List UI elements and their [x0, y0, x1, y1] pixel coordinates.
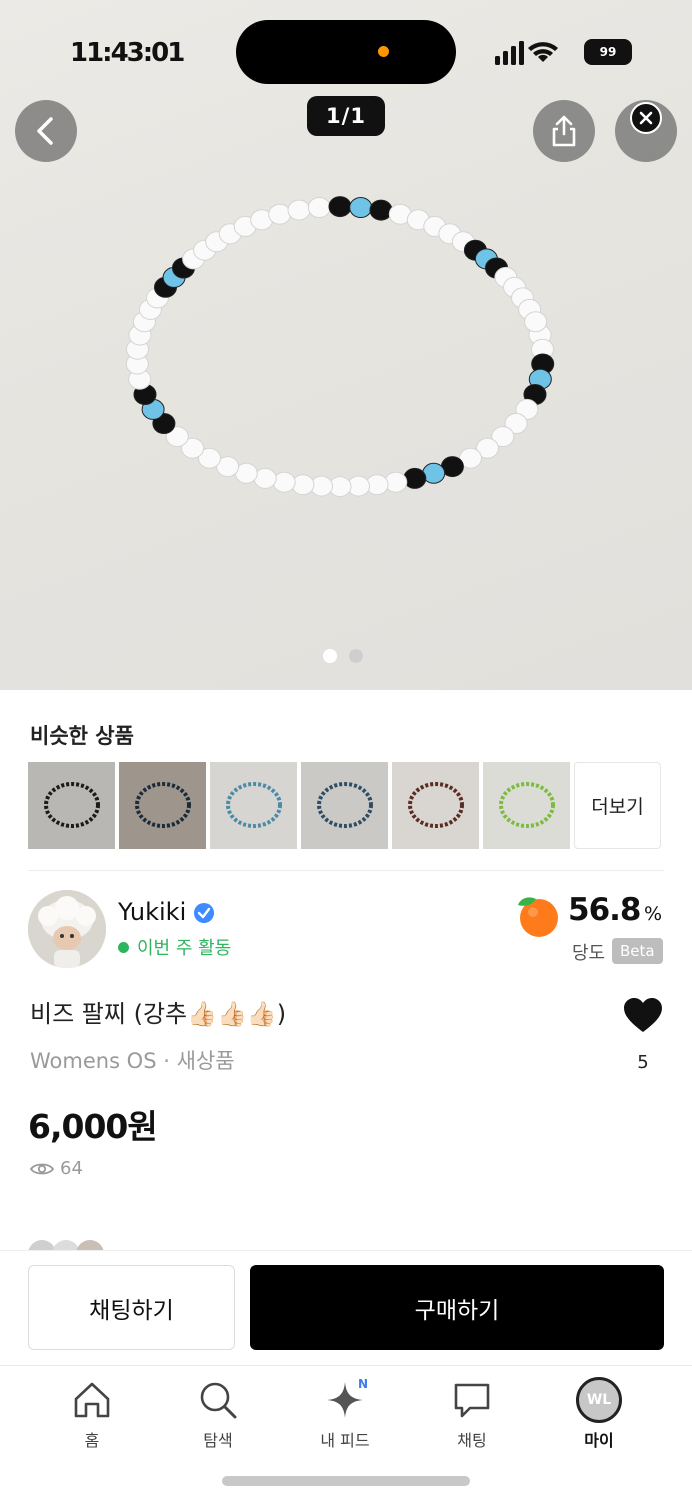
- page-dot-2[interactable]: [349, 649, 363, 663]
- tab-label: 마이: [584, 1431, 614, 1450]
- bead: [403, 467, 427, 489]
- eye-icon: [30, 1163, 54, 1174]
- bead: [272, 471, 296, 493]
- activity-dot-icon: [118, 941, 129, 953]
- tangerine-icon: [518, 897, 558, 937]
- buy-button[interactable]: 구매하기: [250, 1265, 664, 1350]
- tab-label: 내 피드: [320, 1431, 370, 1450]
- tab-home[interactable]: 홈: [42, 1375, 142, 1451]
- tab-label: 탐색: [203, 1431, 233, 1450]
- bead: [268, 203, 292, 225]
- chevron-left-icon: [37, 117, 53, 145]
- seller-activity: 이번 주 활동: [118, 934, 231, 960]
- tab-my-feed[interactable]: N 내 피드: [295, 1375, 395, 1451]
- chat-button[interactable]: 채팅하기: [28, 1265, 235, 1350]
- similar-products-title: 비슷한 상품: [30, 724, 134, 748]
- verified-badge-icon: [194, 903, 214, 923]
- heart-icon[interactable]: [622, 996, 664, 1034]
- activity-label: 이번 주 활동: [137, 938, 232, 959]
- sweetness-unit: %: [644, 903, 663, 925]
- share-button[interactable]: [533, 100, 595, 162]
- profile-avatar: WL: [576, 1377, 622, 1423]
- thumb-background: [119, 762, 206, 849]
- avatar-image: [28, 890, 106, 968]
- share-icon: [552, 115, 576, 147]
- similar-product-thumb[interactable]: [210, 762, 297, 849]
- close-button[interactable]: [630, 102, 662, 134]
- product-category[interactable]: Womens OS · 새상품: [30, 1045, 235, 1075]
- more-similar-button[interactable]: 더보기: [574, 762, 661, 849]
- similar-product-thumb[interactable]: [483, 762, 570, 849]
- like-count: 5: [637, 1052, 649, 1073]
- page-indicator: [323, 649, 363, 663]
- home-icon: [71, 1375, 113, 1425]
- similar-product-thumb[interactable]: [119, 762, 206, 849]
- tab-my[interactable]: WL 마이: [549, 1375, 649, 1451]
- bead: [524, 311, 548, 333]
- similar-product-thumb[interactable]: [28, 762, 115, 849]
- page-dot-1[interactable]: [323, 649, 337, 663]
- similar-products-list: 더보기: [28, 762, 661, 849]
- seller-avatar[interactable]: [28, 890, 106, 968]
- product-price: 6,000원: [28, 1107, 158, 1146]
- signal-wifi-icon: [495, 41, 558, 65]
- thumb-background: [483, 762, 570, 849]
- sweetness-value: 56.8: [568, 892, 641, 928]
- privacy-dot: [378, 46, 389, 57]
- bead: [307, 197, 331, 218]
- thumb-background: [392, 762, 479, 849]
- close-icon: [639, 111, 653, 125]
- dynamic-island: [236, 20, 456, 84]
- tab-label: 채팅: [457, 1431, 487, 1450]
- tab-explore[interactable]: 탐색: [168, 1375, 268, 1451]
- bead: [328, 196, 352, 218]
- product-title: 비즈 팔찌 (강추👍🏻👍🏻👍🏻): [30, 1000, 287, 1028]
- thumb-background: [28, 762, 115, 849]
- divider: [28, 870, 664, 871]
- bead: [369, 199, 393, 221]
- search-icon: [197, 1375, 239, 1425]
- back-button[interactable]: [15, 100, 77, 162]
- tab-label: 홈: [84, 1431, 100, 1450]
- sparkle-icon: N: [324, 1375, 369, 1425]
- similar-product-thumb[interactable]: [392, 762, 479, 849]
- similar-product-thumb[interactable]: [301, 762, 388, 849]
- bead: [349, 197, 373, 218]
- tab-chat[interactable]: 채팅: [422, 1375, 522, 1451]
- bead: [287, 199, 311, 221]
- new-badge: N: [358, 1377, 369, 1391]
- sweetness-label: 당도: [572, 943, 606, 964]
- chat-icon: [451, 1375, 493, 1425]
- thumb-background: [210, 762, 297, 849]
- status-time: 11:43:01: [70, 38, 185, 68]
- seller-name[interactable]: Yukiki: [118, 898, 186, 926]
- image-counter: 1/1: [307, 96, 385, 136]
- beta-badge: Beta: [612, 938, 663, 964]
- status-bar: 11:43:01 99: [0, 0, 692, 100]
- home-indicator: [222, 1476, 470, 1486]
- view-count: 64: [30, 1158, 83, 1179]
- view-count-value: 64: [60, 1158, 83, 1179]
- thumb-background: [301, 762, 388, 849]
- battery-indicator: 99: [584, 39, 632, 65]
